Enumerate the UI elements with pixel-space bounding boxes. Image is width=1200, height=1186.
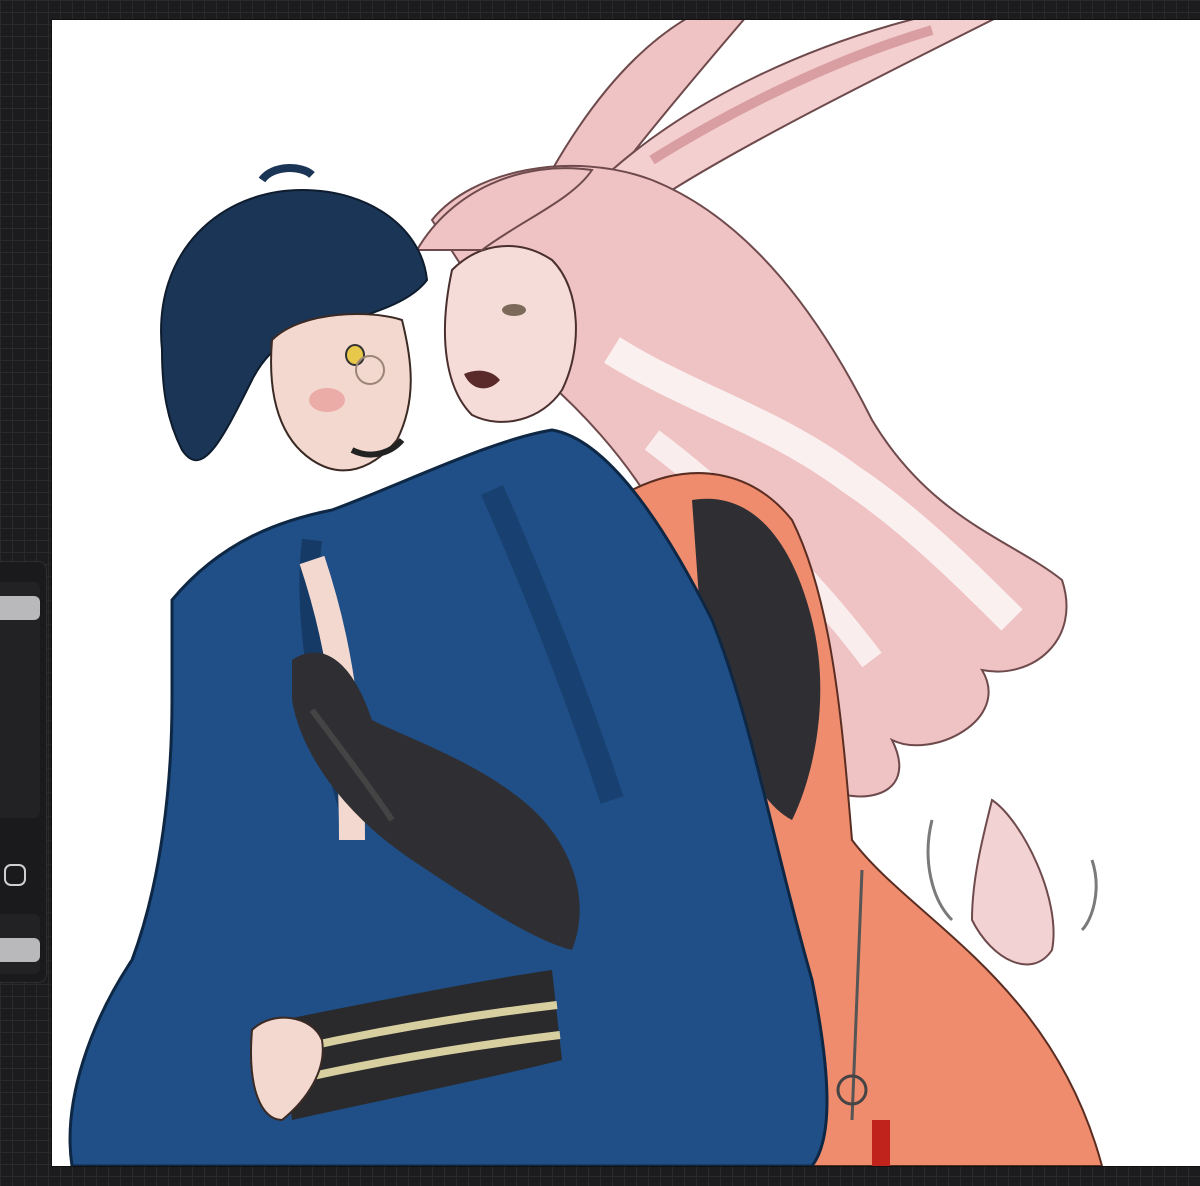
drawing-canvas[interactable] — [52, 20, 1200, 1166]
brush-size-slider[interactable] — [0, 582, 40, 818]
modify-button[interactable] — [2, 862, 28, 888]
woman-face — [443, 245, 577, 423]
rabbit-tail — [970, 798, 1055, 966]
brush-opacity-slider-thumb[interactable] — [0, 938, 40, 962]
brush-sidebar — [0, 562, 46, 982]
brush-size-slider-thumb[interactable] — [0, 596, 40, 620]
rounded-square-icon — [4, 864, 26, 886]
brush-opacity-slider[interactable] — [0, 914, 40, 974]
artwork — [68, 20, 1104, 1166]
